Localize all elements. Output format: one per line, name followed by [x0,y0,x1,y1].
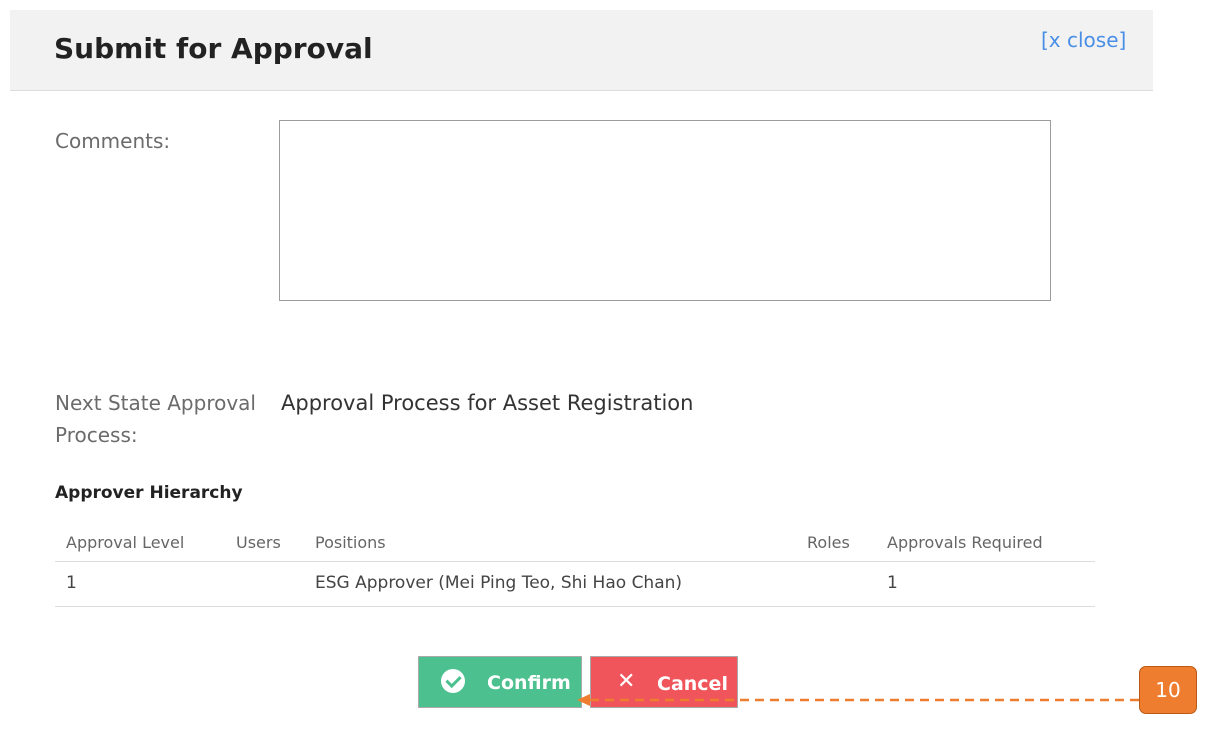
close-x-icon: ✕ [617,669,636,694]
submit-approval-dialog: Submit for Approval [x close] Comments: … [10,10,1153,735]
column-header-approval-level: Approval Level [66,533,185,552]
column-header-users: Users [236,533,281,552]
cell-positions: ESG Approver (Mei Ping Teo, Shi Hao Chan… [315,573,683,593]
confirm-button-label: Confirm [487,672,571,694]
dialog-header: Submit for Approval [x close] [10,10,1153,91]
next-state-value: Approval Process for Asset Registration [281,391,694,415]
table-header-row: Approval Level Users Positions Roles App… [55,525,1095,562]
cancel-button-label: Cancel [657,673,728,695]
cell-approval-level: 1 [66,573,77,593]
close-link[interactable]: [x close] [1041,28,1126,52]
column-header-approvals-required: Approvals Required [887,533,1043,552]
table-row: 1 ESG Approver (Mei Ping Teo, Shi Hao Ch… [55,562,1095,607]
dialog-title: Submit for Approval [54,32,373,65]
callout-badge: 10 [1139,666,1197,714]
column-header-positions: Positions [315,533,386,552]
comments-label: Comments: [55,129,171,153]
confirm-button[interactable]: Confirm [418,656,582,708]
check-circle-icon [441,669,465,693]
column-header-roles: Roles [807,533,850,552]
cancel-button[interactable]: ✕ Cancel [590,656,738,708]
next-state-label: Next State Approval Process: [55,391,256,447]
comments-textarea[interactable] [279,120,1051,301]
approver-hierarchy-title: Approver Hierarchy [55,483,243,503]
cell-approvals-required: 1 [887,573,898,593]
approver-hierarchy-table: Approval Level Users Positions Roles App… [55,525,1095,607]
